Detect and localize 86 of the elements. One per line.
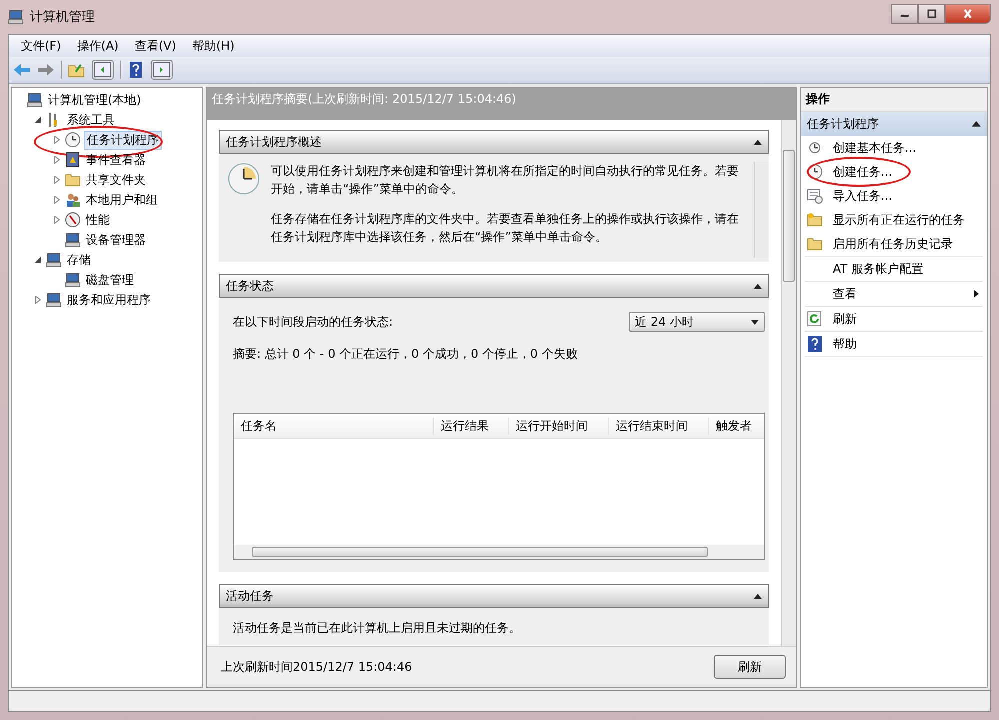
dropdown-arrow-icon [751,320,759,324]
tree-item[interactable]: 系统工具 [65,112,117,128]
action-link[interactable]: AT 服务帐户配置 [833,260,924,278]
pane-header: 任务计划程序摘要(上次刷新时间: 2015/12/7 15:04:46) [207,88,796,120]
tree-item[interactable]: 共享文件夹 [84,172,148,188]
clock-icon [807,164,823,180]
column-header[interactable]: 运行结果 [434,418,509,434]
tree-item[interactable]: 计算机管理(本地) [46,92,144,108]
help-icon [807,336,823,352]
window-title: 计算机管理 [30,9,95,26]
description-text: 活动任务是当前已在此计算机上启用且未过期的任务。 [233,621,521,635]
expanded-triangle-icon[interactable] [34,116,42,124]
action-link[interactable]: 刷新 [833,310,857,328]
folder-up-icon[interactable] [68,62,86,78]
collapsed-triangle-icon[interactable] [53,216,61,224]
book-icon [65,152,81,168]
summary-text: 摘要: 总计 0 个 - 0 个正在运行，0 个成功，0 个停止，0 个失败 [233,346,579,363]
gauge-icon [65,212,81,228]
computer-icon [27,92,43,108]
menu-item[interactable]: 文件(F) [15,38,68,54]
expanded-triangle-icon[interactable] [34,256,42,264]
collapsed-triangle-icon[interactable] [53,196,61,204]
collapsed-triangle-icon[interactable] [34,296,42,304]
column-header[interactable]: 触发者 [709,418,764,434]
folder-icon [65,172,81,188]
users-icon [65,192,81,208]
collapsed-triangle-icon[interactable] [53,176,61,184]
computer-icon [65,232,81,248]
menu-item[interactable]: 查看(V) [128,38,182,54]
close-icon [962,9,974,19]
action-link[interactable]: 显示所有正在运行的任务 [833,212,965,228]
collapsed-triangle-icon[interactable] [53,156,61,164]
forward-arrow-icon[interactable] [37,62,55,78]
action-link[interactable]: 创建基本任务... [833,140,916,156]
calendar-icon [807,188,823,204]
collapse-icon[interactable] [754,140,762,144]
column-header[interactable]: 运行结束时间 [609,418,709,434]
clock-icon [807,140,823,156]
period-dropdown[interactable]: 近 24 小时 [629,312,765,332]
tree-item[interactable]: 服务和应用程序 [65,292,153,308]
column-header[interactable]: 任务名 [234,418,434,434]
action-link[interactable]: 导入任务... [833,188,892,204]
description-text: 可以使用任务计划程序来创建和管理计算机将在所指定的时间自动执行的常见任务。若要开始，请单击“操作”菜单中的命令。 [271,163,740,198]
computer-icon [46,292,62,308]
minimize-button[interactable] [891,4,918,24]
description-text: 任务存储在任务计划程序库的文件夹中。若要查看单独任务上的操作或执行该操作，请在任务计划程序库中选择该任务，然后在“操作”菜单中单击命令。 [271,211,740,246]
section-header[interactable]: 任务计划程序概述 [219,130,769,154]
tree-item[interactable]: 设备管理器 [84,232,148,248]
section-header[interactable]: 任务状态 [219,274,769,298]
computer-icon [8,9,24,25]
scrollbar[interactable] [781,120,796,646]
clock-icon [65,132,81,148]
section-header[interactable]: 活动任务 [219,584,769,608]
refresh-button[interactable]: 刷新 [714,655,786,679]
tree-item[interactable]: 性能 [84,212,112,228]
help-icon[interactable] [127,62,145,78]
clock-icon [227,162,261,196]
column-header[interactable]: 运行开始时间 [509,418,609,434]
last-refresh-text: 上次刷新时间2015/12/7 15:04:46 [221,658,412,676]
close-button[interactable] [945,4,991,24]
action-pane-icon[interactable] [151,60,173,80]
action-link[interactable]: 帮助 [833,336,857,352]
menu-item[interactable]: 帮助(H) [186,38,241,54]
folder-icon [807,212,823,228]
action-link[interactable]: 查看 [833,286,857,302]
computer-icon [46,252,62,268]
maximize-icon [926,9,938,19]
collapse-icon[interactable] [754,284,762,288]
pane-toggle-icon[interactable] [92,60,114,80]
menu-item[interactable]: 操作(A) [71,38,125,54]
horizontal-scrollbar[interactable] [234,545,764,559]
tree-item[interactable]: 磁盘管理 [84,272,136,288]
collapse-icon[interactable] [754,594,762,598]
collapse-icon[interactable] [972,121,981,127]
collapsed-triangle-icon[interactable] [53,136,61,144]
section-header[interactable]: 任务计划程序 [801,112,987,136]
action-link[interactable]: 创建任务... [833,164,892,180]
pane-title: 操作 [801,88,987,112]
maximize-button[interactable] [918,4,945,24]
folder-icon [807,236,823,252]
refresh-icon [807,311,823,327]
computer-icon [65,272,81,288]
tree-item[interactable]: 存储 [65,252,93,268]
period-label: 在以下时间段启动的任务状态: [233,314,394,330]
tree-item[interactable]: 本地用户和组 [84,192,160,208]
action-link[interactable]: 启用所有任务历史记录 [833,236,953,252]
